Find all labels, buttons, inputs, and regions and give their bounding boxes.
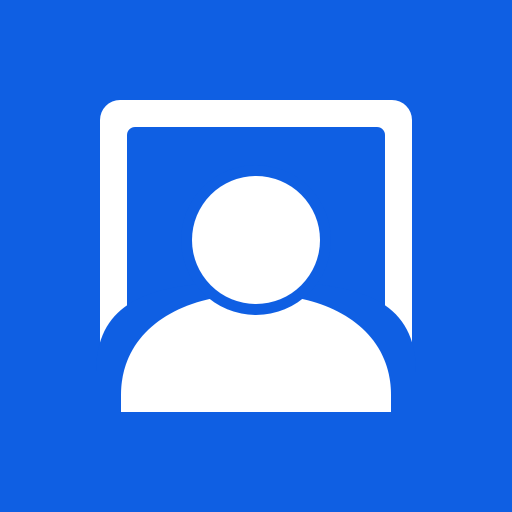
user-profile-frame-icon — [0, 0, 512, 512]
user-head — [192, 176, 320, 304]
app-icon — [0, 0, 512, 512]
